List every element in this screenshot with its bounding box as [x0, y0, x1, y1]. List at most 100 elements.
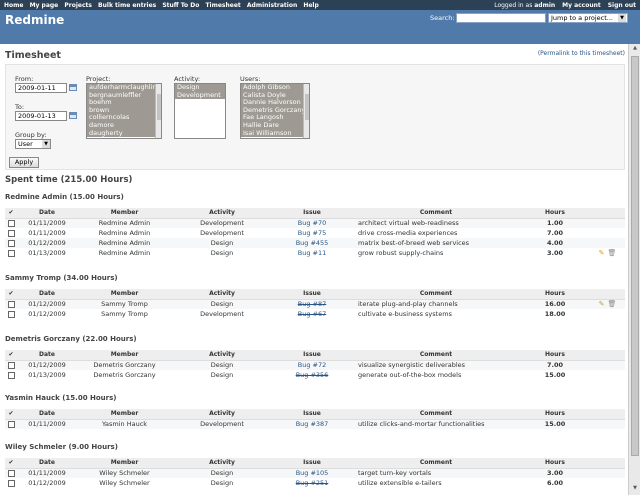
issue-link[interactable]: Bug #72	[272, 360, 352, 370]
row-checkbox[interactable]	[7, 361, 15, 369]
search-input[interactable]	[456, 13, 546, 23]
comment-cell: utilize clicks-and-mortar functionalitie…	[352, 419, 520, 429]
users-listbox-scrollbar[interactable]	[303, 84, 309, 138]
issue-column-header[interactable]: Issue	[272, 289, 352, 300]
group-title: Demetris Gorczany (22.00 Hours)	[5, 335, 137, 343]
time-entries-table: ✔ Date Member Activity Issue Comment Hours 01/1…	[5, 350, 625, 380]
date-column-header[interactable]: Date	[17, 350, 77, 361]
row-checkbox[interactable]	[7, 420, 15, 428]
jump-to-project-select[interactable]: Jump to a project... ▼	[548, 13, 628, 23]
menu-timesheet-link[interactable]: Timesheet	[205, 2, 240, 9]
group-by-select[interactable]: User ▼	[15, 139, 51, 149]
member-column-header[interactable]: Member	[77, 208, 172, 219]
member-column-header[interactable]: Member	[77, 350, 172, 361]
date-column-header[interactable]: Date	[17, 289, 77, 300]
calendar-icon[interactable]	[69, 84, 77, 91]
select-all-check-icon[interactable]: ✔	[5, 208, 17, 219]
scrollbar-thumb[interactable]	[631, 56, 639, 456]
issue-link[interactable]: Bug #75	[272, 228, 352, 238]
issue-link[interactable]: Bug #11	[272, 248, 352, 258]
activity-column-header[interactable]: Activity	[172, 458, 272, 469]
pencil-icon[interactable]: ✎	[599, 249, 605, 257]
row-checkbox[interactable]	[7, 479, 15, 487]
activity-column-header[interactable]: Activity	[172, 208, 272, 219]
menu-stuff-to-do-link[interactable]: Stuff To Do	[162, 2, 199, 9]
chevron-down-icon: ▼	[42, 140, 50, 148]
hours-column-header[interactable]: Hours	[520, 409, 590, 420]
menu-administration-link[interactable]: Administration	[247, 2, 297, 9]
issue-column-header[interactable]: Issue	[272, 409, 352, 420]
from-date-input[interactable]: 2009-01-11	[15, 83, 67, 93]
activity-option[interactable]: Development	[175, 91, 225, 100]
member-column-header[interactable]: Member	[77, 409, 172, 420]
issue-link[interactable]: Bug #387	[272, 419, 352, 429]
trash-icon[interactable]: 🗑	[607, 300, 616, 308]
calendar-icon[interactable]	[69, 112, 77, 119]
scroll-down-icon[interactable]: ▼	[630, 485, 640, 494]
comment-column-header[interactable]: Comment	[352, 458, 520, 469]
select-all-check-icon[interactable]: ✔	[5, 289, 17, 300]
menu-bulk-time-entries-link[interactable]: Bulk time entries	[98, 2, 156, 9]
issue-link[interactable]: Bug #105	[272, 468, 352, 478]
select-all-check-icon[interactable]: ✔	[5, 458, 17, 469]
date-column-header[interactable]: Date	[17, 409, 77, 420]
project-listbox-scrollbar[interactable]	[155, 84, 161, 138]
project-option[interactable]: daugherty	[87, 129, 161, 138]
hours-column-header[interactable]: Hours	[520, 289, 590, 300]
activity-column-header[interactable]: Activity	[172, 289, 272, 300]
issue-link[interactable]: Bug #356	[272, 370, 352, 380]
user-option[interactable]: Isai Williamson	[241, 129, 309, 138]
hours-column-header[interactable]: Hours	[520, 208, 590, 219]
row-checkbox[interactable]	[7, 229, 15, 237]
date-column-header[interactable]: Date	[17, 208, 77, 219]
select-all-check-icon[interactable]: ✔	[5, 350, 17, 361]
hours-column-header[interactable]: Hours	[520, 350, 590, 361]
comment-column-header[interactable]: Comment	[352, 409, 520, 420]
row-checkbox[interactable]	[7, 300, 15, 308]
row-checkbox[interactable]	[7, 249, 15, 257]
issue-link[interactable]: Bug #87	[272, 299, 352, 309]
my-account-link[interactable]: My account	[562, 2, 601, 9]
apply-button[interactable]: Apply	[9, 157, 39, 168]
group-title: Wiley Schmeler (9.00 Hours)	[5, 443, 118, 451]
menu-my-page-link[interactable]: My page	[30, 2, 59, 9]
comment-column-header[interactable]: Comment	[352, 208, 520, 219]
row-checkbox[interactable]	[7, 219, 15, 227]
to-date-input[interactable]: 2009-01-13	[15, 111, 67, 121]
issue-column-header[interactable]: Issue	[272, 458, 352, 469]
hours-column-header[interactable]: Hours	[520, 458, 590, 469]
logged-in-user[interactable]: admin	[534, 2, 555, 9]
issue-link[interactable]: Bug #67	[272, 309, 352, 319]
comment-column-header[interactable]: Comment	[352, 289, 520, 300]
pencil-icon[interactable]: ✎	[599, 300, 605, 308]
menu-projects-link[interactable]: Projects	[64, 2, 92, 9]
issue-column-header[interactable]: Issue	[272, 208, 352, 219]
row-checkbox[interactable]	[7, 371, 15, 379]
row-checkbox[interactable]	[7, 469, 15, 477]
trash-icon[interactable]: 🗑	[607, 249, 616, 257]
project-listbox[interactable]: aufderharmclaughlin bergnaumleffler boeh…	[86, 83, 162, 139]
activity-column-header[interactable]: Activity	[172, 409, 272, 420]
menu-help-link[interactable]: Help	[303, 2, 318, 9]
issue-link[interactable]: Bug #251	[272, 478, 352, 488]
scroll-up-icon[interactable]: ▲	[630, 45, 640, 54]
app-title[interactable]: Redmine	[5, 13, 64, 27]
menu-home-link[interactable]: Home	[4, 2, 23, 9]
member-column-header[interactable]: Member	[77, 458, 172, 469]
activity-listbox[interactable]: Design Development	[174, 83, 226, 139]
page-scrollbar[interactable]: ▲ ▼	[628, 44, 640, 495]
sign-out-link[interactable]: Sign out	[608, 2, 636, 9]
activity-column-header[interactable]: Activity	[172, 350, 272, 361]
member-column-header[interactable]: Member	[77, 289, 172, 300]
select-all-check-icon[interactable]: ✔	[5, 409, 17, 420]
issue-column-header[interactable]: Issue	[272, 350, 352, 361]
date-column-header[interactable]: Date	[17, 458, 77, 469]
comment-column-header[interactable]: Comment	[352, 350, 520, 361]
issue-link[interactable]: Bug #70	[272, 218, 352, 228]
table-row: 01/12/2009 Redmine Admin Design Bug #455 mat…	[5, 238, 625, 248]
issue-link[interactable]: Bug #455	[272, 238, 352, 248]
users-listbox[interactable]: Adolph Gibson Calista Doyle Dannie Halvo…	[240, 83, 310, 139]
row-checkbox[interactable]	[7, 239, 15, 247]
row-checkbox[interactable]	[7, 310, 15, 318]
permalink-link[interactable]: (Permalink to this timesheet)	[538, 50, 625, 57]
